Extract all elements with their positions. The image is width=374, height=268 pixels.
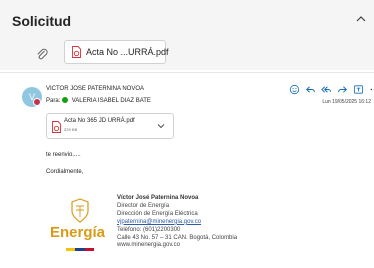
pdf-file-icon [72,46,81,58]
reply-all-icon[interactable] [321,84,332,95]
signature-name: Víctor José Paternina Novoa [117,195,199,201]
sender-name[interactable]: VICTOR JOSE PATERNINA NOVOA [46,86,144,92]
chevron-up-icon[interactable] [354,12,368,26]
presence-available-icon [62,97,69,103]
signature-website[interactable]: www.minenergia.gov.co [117,242,237,250]
body-text: te reenvio..... [46,152,81,158]
message-attachment[interactable]: Acta No 365 JD URRÁ.pdf 229 KB [46,113,174,139]
attachment-size: 229 KB [64,127,78,132]
signature-phone: Teléfono: (601)2200300 [117,226,181,233]
attachment-name: Acta No 365 JD URRÁ.pdf [64,118,135,124]
attachment-name: Acta No ...URRÁ.pdf [86,47,169,57]
pdf-file-icon [52,121,61,133]
minenergia-logo: Energía [50,198,114,260]
message-date: Lun 19/05/2025 16:12 [322,99,371,105]
conversation-header: Solicitud Acta No ...URRÁ.pdf [0,0,374,70]
attachment-chip[interactable]: Acta No ...URRÁ.pdf [64,40,169,64]
to-label: Para: [46,98,61,104]
logo-text: Energía [50,224,106,241]
body-text: Cordialmente, [46,169,84,175]
conversation-subject: Solicitud [12,13,72,29]
signature-department: Dirección de Energía Eléctrica [117,210,198,217]
coat-of-arms-icon [71,198,89,223]
paperclip-icon[interactable] [35,47,49,61]
teams-icon[interactable] [353,84,364,95]
more-icon[interactable] [369,84,374,95]
recipient-row: Para: VALERIA ISABEL DIAZ BATE [46,97,151,104]
divider [0,72,374,73]
recipient-name[interactable]: VALERIA ISABEL DIAZ BATE [72,98,151,104]
forward-icon[interactable] [337,84,348,95]
chevron-down-icon[interactable] [157,123,165,129]
signature-email-link[interactable]: vjpaternina@minenergia.gov.co [117,219,237,227]
colombia-flag-stripe [66,248,94,251]
reply-icon[interactable] [305,84,316,95]
signature-title: Director de Energía [117,202,170,209]
presence-busy-icon [33,98,41,106]
smiley-icon[interactable] [289,84,300,95]
signature-address: Calle 43 No. 57 – 31 CAN. Bogotá, Colomb… [117,234,238,241]
email-signature: Víctor José Paternina Novoa Director de … [117,195,237,250]
